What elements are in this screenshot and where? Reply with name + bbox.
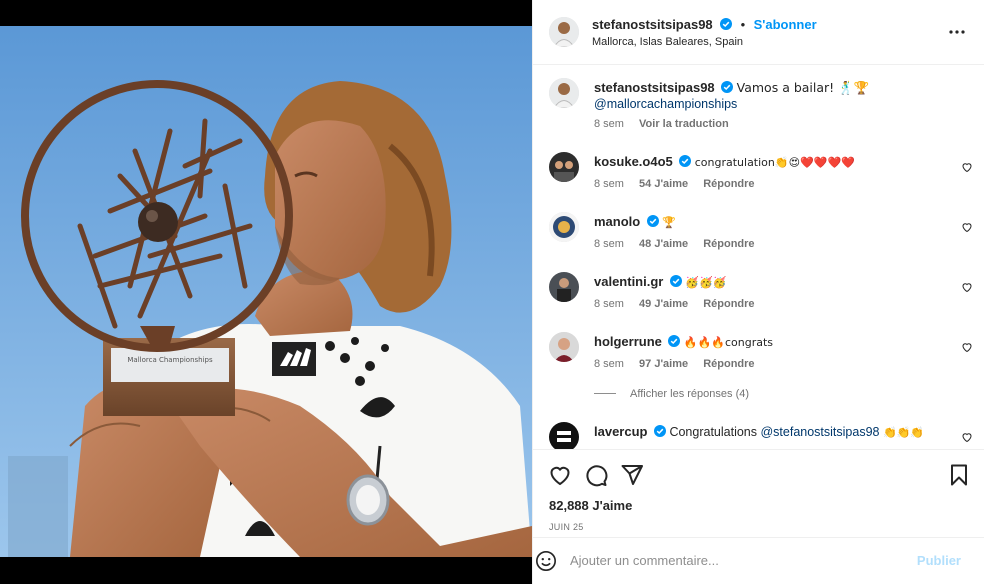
- comment-text-line: holgerrune 🔥🔥🔥congrats: [594, 334, 773, 351]
- reply-button[interactable]: Répondre: [703, 178, 754, 190]
- verified-badge-icon: [669, 275, 682, 287]
- comment-heart-icon[interactable]: [961, 281, 973, 293]
- comment-text-line: manolo 🏆: [594, 214, 676, 231]
- comment-heart-icon[interactable]: [961, 431, 973, 443]
- verified-badge-icon: [720, 18, 733, 30]
- instagram-post-modal: Mallorca Championships stefanostsitsipas…: [0, 0, 984, 584]
- commenter-avatar[interactable]: [549, 422, 579, 449]
- header-top-line: stefanostsitsipas98 • S'abonner: [592, 16, 817, 34]
- verified-badge-icon: [646, 215, 659, 227]
- comment-composer: Ajouter un commentaire... Publier: [533, 537, 984, 584]
- smiley-icon[interactable]: [535, 550, 557, 572]
- commenter-username[interactable]: lavercup: [594, 424, 647, 439]
- show-replies-button[interactable]: Afficher les réponses (4): [594, 388, 749, 400]
- reply-button[interactable]: Répondre: [703, 298, 754, 310]
- comment-text: 🏆: [662, 216, 676, 229]
- comment-heart-icon[interactable]: [961, 221, 973, 233]
- comment-text-line: lavercup Congratulations @stefanostsitsi…: [594, 424, 924, 441]
- comment-text-line: kosuke.o4o5 congratulation👏😍❤️❤️❤️❤️: [594, 154, 855, 171]
- comment-likes[interactable]: 49 J'aime: [639, 298, 688, 310]
- comment-text: 🥳🥳🥳: [685, 276, 727, 289]
- comment-age[interactable]: 8 sem: [594, 298, 624, 310]
- post-actions: 82,888 J'aime JUIN 25: [533, 449, 984, 537]
- commenter-username[interactable]: manolo: [594, 214, 640, 229]
- comments-list[interactable]: stefanostsitsipas98 Vamos a bailar! 🕺🏆 @…: [533, 66, 984, 449]
- comment-text: 🔥🔥🔥congrats: [683, 336, 774, 349]
- avatar-image: [549, 152, 579, 182]
- follow-button[interactable]: S'abonner: [754, 17, 817, 32]
- caption-username[interactable]: stefanostsitsipas98: [594, 80, 715, 95]
- likes-count[interactable]: 82,888 J'aime: [549, 498, 632, 513]
- avatar-image: [549, 272, 579, 302]
- comment-text-line: valentini.gr 🥳🥳🥳: [594, 274, 726, 291]
- post-header: stefanostsitsipas98 • S'abonner Mallorca…: [533, 0, 984, 65]
- avatar-image: [549, 332, 579, 362]
- show-replies-label: Afficher les réponses (4): [630, 388, 750, 400]
- author-avatar[interactable]: [549, 17, 579, 47]
- commenter-avatar[interactable]: [549, 152, 579, 182]
- comment-age[interactable]: 8 sem: [594, 238, 624, 250]
- caption-avatar[interactable]: [549, 78, 579, 108]
- comment-text: congratulation👏😍❤️❤️❤️❤️: [694, 156, 855, 169]
- photo-illustration: Mallorca Championships: [0, 26, 532, 557]
- avatar-image: [549, 78, 579, 108]
- comment-likes[interactable]: 54 J'aime: [639, 178, 688, 190]
- comment-likes[interactable]: 48 J'aime: [639, 238, 688, 250]
- caption-text: Vamos a bailar! 🕺🏆: [736, 80, 870, 95]
- post-location[interactable]: Mallorca, Islas Baleares, Spain: [592, 36, 743, 48]
- commenter-username[interactable]: holgerrune: [594, 334, 662, 349]
- post-details-panel: stefanostsitsipas98 • S'abonner Mallorca…: [532, 0, 984, 584]
- translate-link[interactable]: Voir la traduction: [639, 118, 729, 130]
- avatar-image: [549, 17, 579, 47]
- commenter-avatar[interactable]: [549, 272, 579, 302]
- caption-age[interactable]: 8 sem: [594, 118, 624, 130]
- avatar-image: [549, 212, 579, 242]
- verified-badge-icon: [721, 81, 734, 93]
- commenter-avatar[interactable]: [549, 212, 579, 242]
- post-date[interactable]: JUIN 25: [549, 522, 584, 532]
- verified-badge-icon: [653, 425, 666, 437]
- author-username[interactable]: stefanostsitsipas98: [592, 17, 713, 32]
- comment-mention-link[interactable]: @stefanostsitsipas98: [760, 425, 879, 439]
- post-photo[interactable]: Mallorca Championships: [0, 26, 532, 557]
- comment-text: Congratulations: [669, 425, 761, 439]
- verified-badge-icon: [668, 335, 681, 347]
- comment-meta: 8 sem 48 J'aime Répondre: [594, 238, 755, 250]
- header-separator: •: [740, 17, 746, 32]
- comment-age[interactable]: 8 sem: [594, 358, 624, 370]
- comment-meta: 8 sem 49 J'aime Répondre: [594, 298, 755, 310]
- avatar-image: [549, 422, 579, 449]
- publish-button[interactable]: Publier: [917, 553, 961, 568]
- comment-age[interactable]: 8 sem: [594, 178, 624, 190]
- comment-likes[interactable]: 97 J'aime: [639, 358, 688, 370]
- commenter-username[interactable]: kosuke.o4o5: [594, 154, 673, 169]
- caption-text-line: stefanostsitsipas98 Vamos a bailar! 🕺🏆: [594, 80, 869, 96]
- bookmark-icon[interactable]: [947, 463, 971, 487]
- comment-text-suffix: 👏👏👏: [879, 426, 925, 439]
- comment-meta: 8 sem 54 J'aime Répondre: [594, 178, 755, 190]
- paper-plane-icon[interactable]: [620, 463, 644, 487]
- comment-icon[interactable]: [584, 463, 608, 487]
- commenter-avatar[interactable]: [549, 332, 579, 362]
- caption-meta: 8 sem Voir la traduction: [594, 118, 729, 130]
- reply-button[interactable]: Répondre: [703, 238, 754, 250]
- caption-mention-link[interactable]: @mallorcachampionships: [594, 96, 737, 112]
- replies-divider: [594, 393, 616, 394]
- add-comment-input[interactable]: Ajouter un commentaire...: [570, 553, 719, 568]
- comment-meta: 8 sem 97 J'aime Répondre: [594, 358, 755, 370]
- more-options-icon[interactable]: [947, 22, 967, 42]
- heart-icon[interactable]: [548, 463, 572, 487]
- comment-heart-icon[interactable]: [961, 341, 973, 353]
- trophy-plaque-text: Mallorca Championships: [127, 356, 213, 364]
- verified-badge-icon: [679, 155, 692, 167]
- comment-heart-icon[interactable]: [961, 161, 973, 173]
- commenter-username[interactable]: valentini.gr: [594, 274, 663, 289]
- reply-button[interactable]: Répondre: [703, 358, 754, 370]
